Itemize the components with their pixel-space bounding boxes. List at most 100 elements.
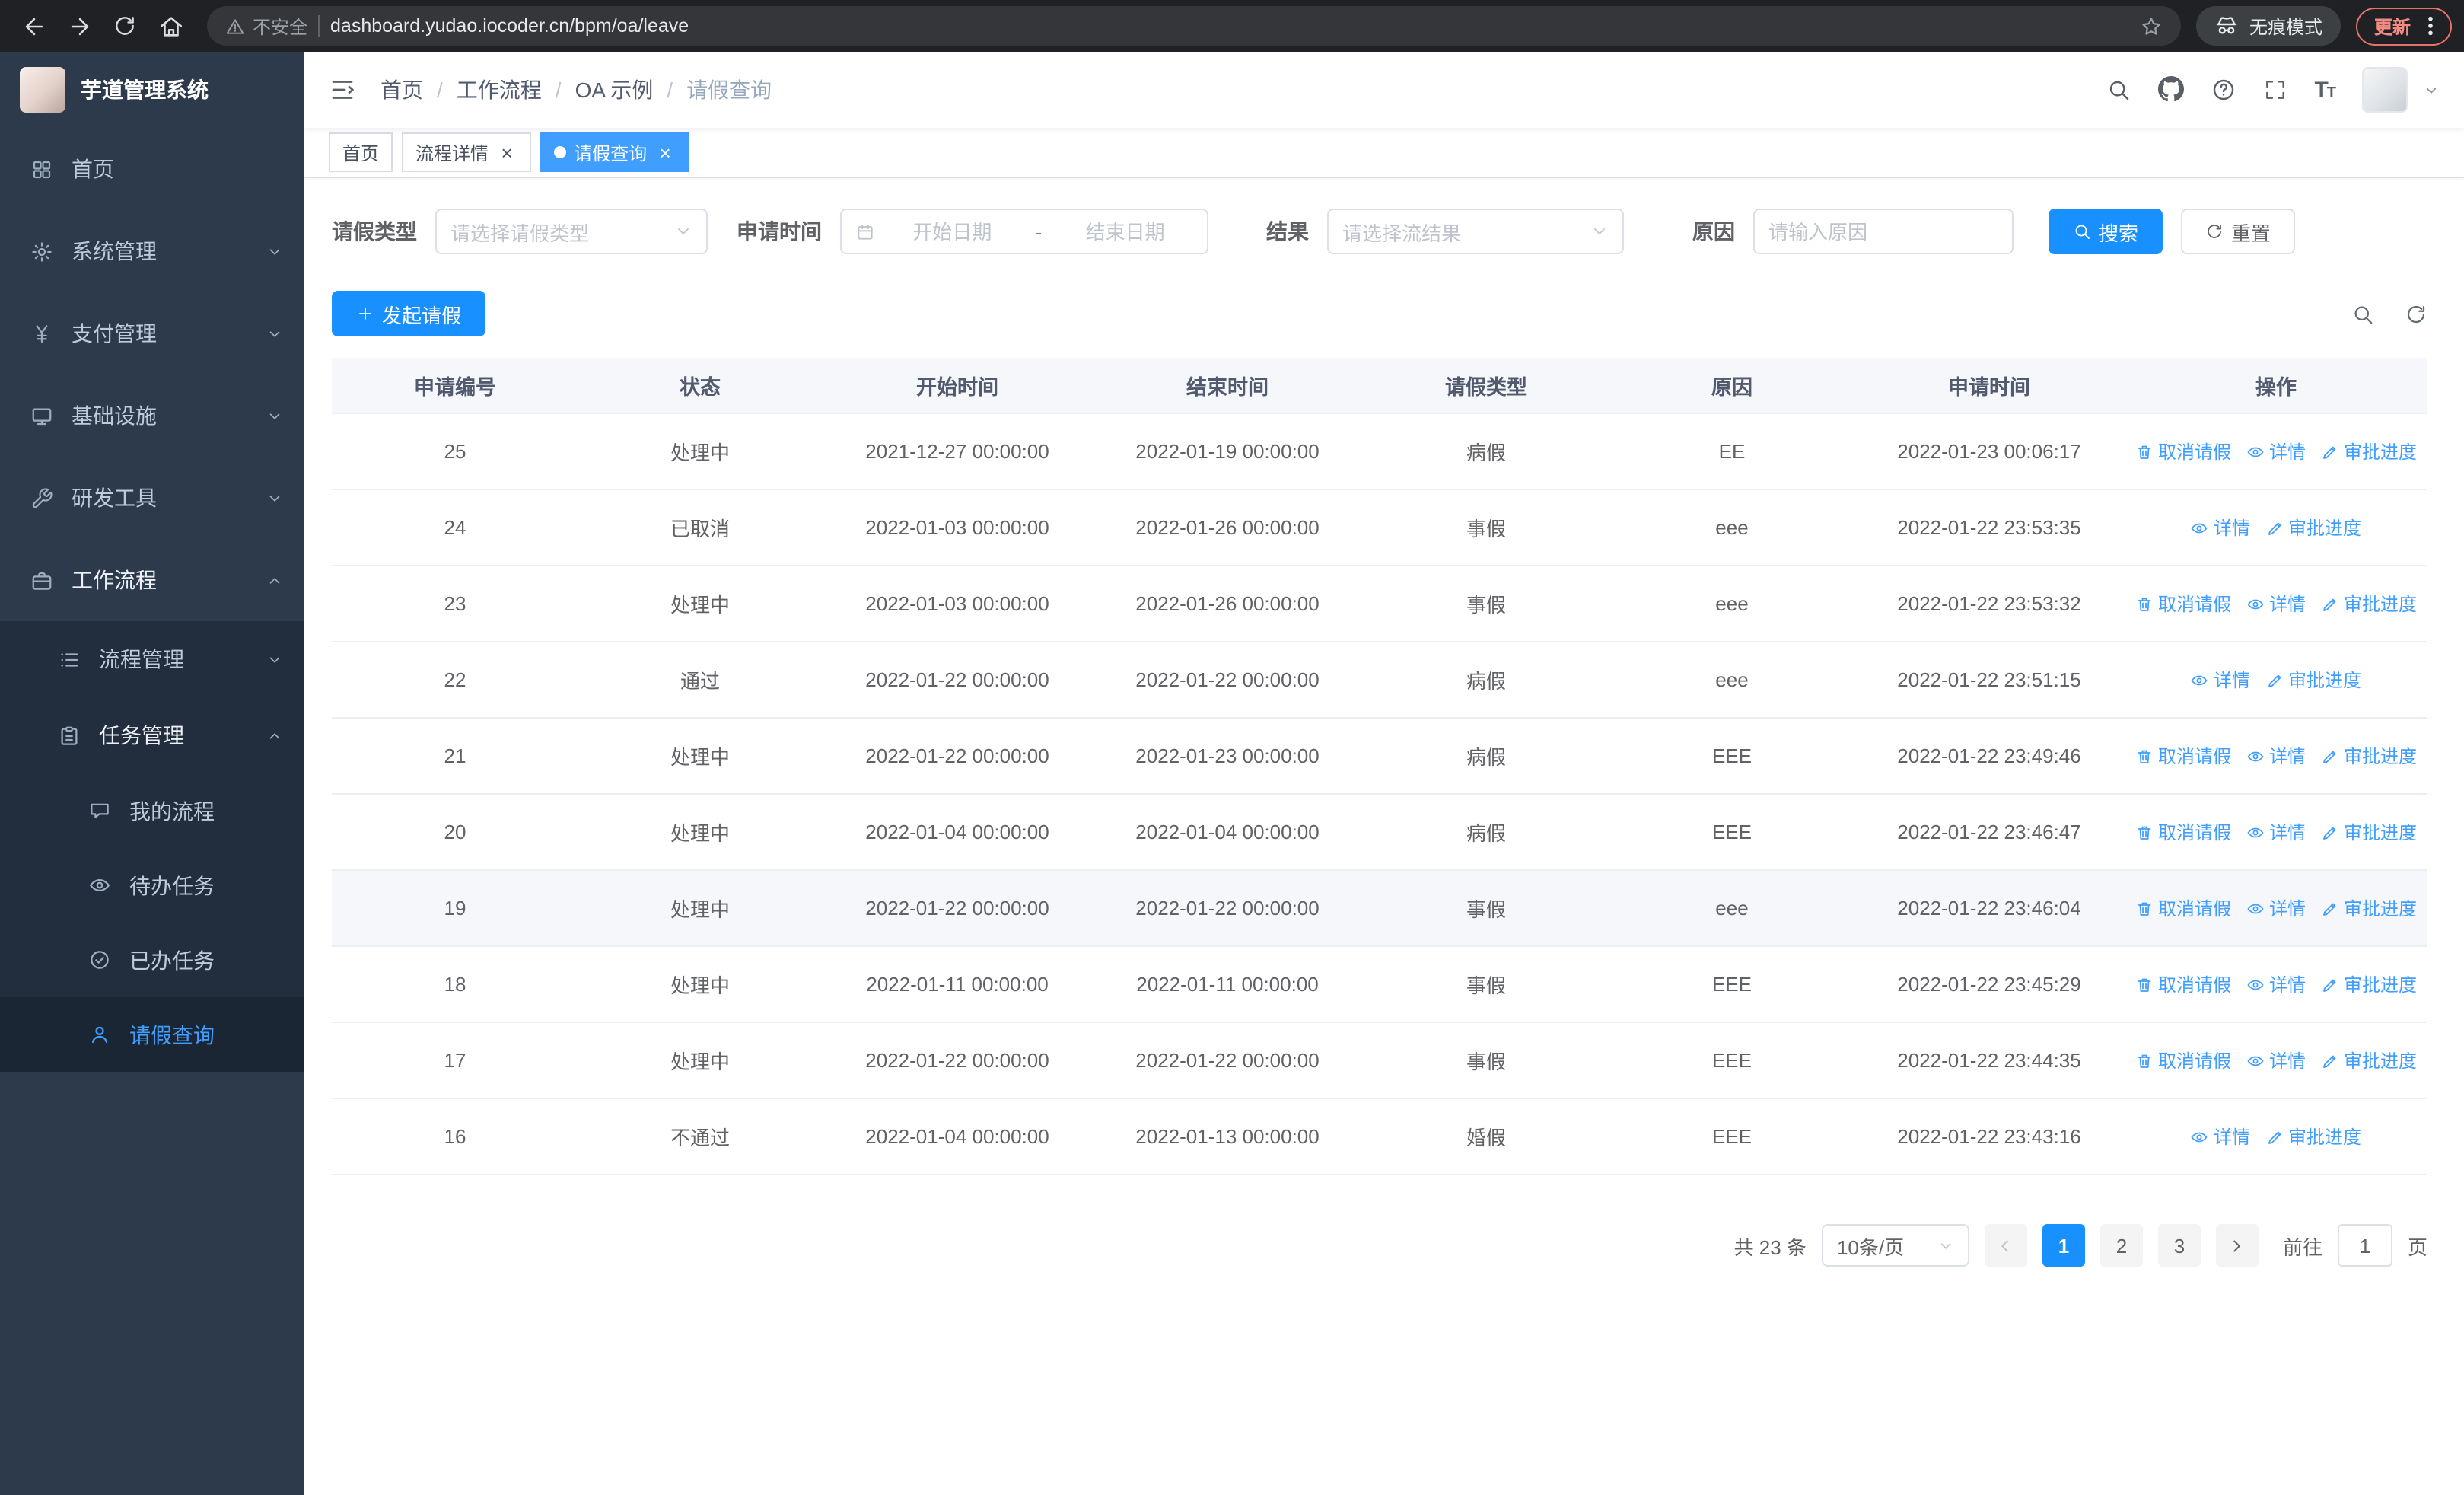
close-icon[interactable]: × xyxy=(654,142,676,163)
page-button-1[interactable]: 1 xyxy=(2042,1224,2085,1267)
detail-link[interactable]: 详情 xyxy=(2246,591,2306,617)
apply-time-range-picker[interactable]: - xyxy=(840,209,1208,254)
breadcrumb-item-workflow[interactable]: 工作流程 xyxy=(457,75,542,105)
approval-progress-link[interactable]: 审批进度 xyxy=(2321,591,2417,617)
table-row[interactable]: 25 处理中 2021-12-27 00:00:00 2022-01-19 00… xyxy=(332,414,2427,490)
sidebar-item-todo-tasks[interactable]: 待办任务 xyxy=(0,848,304,923)
sidebar-item-task-mgmt[interactable]: 任务管理 xyxy=(0,697,304,773)
table-row[interactable]: 21 处理中 2022-01-22 00:00:00 2022-01-23 00… xyxy=(332,719,2427,795)
tab-label: 请假查询 xyxy=(574,142,648,164)
page-button-2[interactable]: 2 xyxy=(2099,1224,2143,1267)
approval-progress-link[interactable]: 审批进度 xyxy=(2265,1124,2361,1149)
reason-input[interactable] xyxy=(1768,220,1998,243)
cancel-leave-link[interactable]: 取消请假 xyxy=(2135,1047,2231,1073)
security-status[interactable]: 不安全 xyxy=(225,13,307,39)
result-select[interactable]: 请选择流结果 xyxy=(1327,209,1624,254)
table-row[interactable]: 16 不通过 2022-01-04 00:00:00 2022-01-13 00… xyxy=(332,1099,2427,1175)
leave-type-select[interactable]: 请选择请假类型 xyxy=(435,209,708,254)
sidebar-item-system[interactable]: 系统管理 xyxy=(0,210,304,292)
tab-home[interactable]: 首页 xyxy=(329,132,393,172)
detail-link[interactable]: 详情 xyxy=(2246,743,2306,769)
reason-input-wrap[interactable] xyxy=(1753,209,2014,254)
table-row[interactable]: 23 处理中 2022-01-03 00:00:00 2022-01-26 00… xyxy=(332,566,2427,642)
cancel-leave-link[interactable]: 取消请假 xyxy=(2135,819,2231,845)
browser-back-button[interactable] xyxy=(12,5,55,47)
breadcrumb-item-home[interactable]: 首页 xyxy=(380,75,423,105)
table-row[interactable]: 22 通过 2022-01-22 00:00:00 2022-01-22 00:… xyxy=(332,642,2427,719)
cancel-leave-link[interactable]: 取消请假 xyxy=(2135,743,2231,769)
github-icon[interactable] xyxy=(2157,76,2183,104)
user-avatar[interactable] xyxy=(2362,67,2408,113)
caret-down-icon[interactable] xyxy=(2423,81,2440,98)
sidebar-item-done-tasks[interactable]: 已办任务 xyxy=(0,923,304,997)
prev-page-button[interactable] xyxy=(1984,1224,2027,1267)
detail-link[interactable]: 详情 xyxy=(2191,1124,2250,1149)
update-button[interactable]: 更新 xyxy=(2355,7,2452,45)
menu-collapse-icon[interactable] xyxy=(329,76,356,104)
sidebar-item-process-mgmt[interactable]: 流程管理 xyxy=(0,621,304,697)
approval-progress-link[interactable]: 审批进度 xyxy=(2265,667,2361,693)
detail-link[interactable]: 详情 xyxy=(2246,895,2306,921)
font-size-icon[interactable]: TT xyxy=(2314,78,2336,101)
sidebar-item-infra[interactable]: 基础设施 xyxy=(0,375,304,457)
approval-progress-link[interactable]: 审批进度 xyxy=(2321,438,2417,464)
sidebar-item-my-process[interactable]: 我的流程 xyxy=(0,773,304,848)
table-row[interactable]: 24 已取消 2022-01-03 00:00:00 2022-01-26 00… xyxy=(332,490,2427,566)
cancel-leave-link[interactable]: 取消请假 xyxy=(2135,895,2231,921)
browser-home-button[interactable] xyxy=(149,5,192,47)
cell-apply-time: 2022-01-22 23:53:32 xyxy=(1897,592,2081,615)
cell-start-time: 2022-01-22 00:00:00 xyxy=(865,744,1049,767)
cancel-leave-link[interactable]: 取消请假 xyxy=(2135,591,2231,617)
create-leave-button[interactable]: 发起请假 xyxy=(332,291,486,336)
detail-link[interactable]: 详情 xyxy=(2246,819,2306,845)
browser-reload-button[interactable] xyxy=(103,5,146,47)
bookmark-star-icon[interactable] xyxy=(2140,14,2163,37)
page-button-3[interactable]: 3 xyxy=(2157,1224,2201,1267)
approval-progress-link[interactable]: 审批进度 xyxy=(2321,1047,2417,1073)
tab-process-detail[interactable]: 流程详情 × xyxy=(402,132,532,172)
page-size-select[interactable]: 10条/页 xyxy=(1821,1224,1969,1267)
sidebar-item-payment[interactable]: 支付管理 xyxy=(0,292,304,375)
detail-link[interactable]: 详情 xyxy=(2246,438,2306,464)
cell-status: 已取消 xyxy=(670,518,730,540)
search-button[interactable]: 搜索 xyxy=(2049,209,2163,254)
address-bar[interactable]: 不安全 dashboard.yudao.iocoder.cn/bpm/oa/le… xyxy=(207,6,2181,46)
sidebar-item-home[interactable]: 首页 xyxy=(0,128,304,210)
cancel-leave-link[interactable]: 取消请假 xyxy=(2135,971,2231,997)
start-date-input[interactable] xyxy=(884,220,1020,243)
help-icon[interactable] xyxy=(2211,76,2235,104)
table-refresh-button[interactable] xyxy=(2405,302,2427,325)
tab-leave-query[interactable]: 请假查询 × xyxy=(540,132,690,172)
header-search-icon[interactable] xyxy=(2106,76,2130,104)
fullscreen-icon[interactable] xyxy=(2262,76,2287,104)
detail-link[interactable]: 详情 xyxy=(2246,971,2306,997)
next-page-button[interactable] xyxy=(2215,1224,2259,1267)
approval-progress-link[interactable]: 审批进度 xyxy=(2265,515,2361,540)
cancel-leave-link[interactable]: 取消请假 xyxy=(2135,438,2231,464)
table-row[interactable]: 17 处理中 2022-01-22 00:00:00 2022-01-22 00… xyxy=(332,1023,2427,1099)
chevron-up-icon xyxy=(266,572,283,588)
close-icon[interactable]: × xyxy=(496,142,517,163)
table-row[interactable]: 20 处理中 2022-01-04 00:00:00 2022-01-04 00… xyxy=(332,795,2427,871)
breadcrumb-item-oa-example[interactable]: OA 示例 xyxy=(575,75,654,105)
detail-link[interactable]: 详情 xyxy=(2246,1047,2306,1073)
browser-menu-icon[interactable] xyxy=(2418,14,2443,38)
chevron-down-icon xyxy=(1590,222,1609,241)
sidebar-item-workflow[interactable]: 工作流程 xyxy=(0,539,304,621)
reset-button[interactable]: 重置 xyxy=(2181,209,2296,254)
end-date-input[interactable] xyxy=(1057,220,1193,243)
approval-progress-link[interactable]: 审批进度 xyxy=(2321,971,2417,997)
table-search-toggle-button[interactable] xyxy=(2351,302,2374,325)
op-label: 审批进度 xyxy=(2288,518,2362,539)
table-row[interactable]: 18 处理中 2022-01-11 00:00:00 2022-01-11 00… xyxy=(332,947,2427,1023)
goto-page-input[interactable] xyxy=(2337,1224,2392,1267)
sidebar-item-devtools[interactable]: 研发工具 xyxy=(0,457,304,539)
approval-progress-link[interactable]: 审批进度 xyxy=(2321,743,2417,769)
browser-forward-button[interactable] xyxy=(58,5,100,47)
sidebar-item-leave-query[interactable]: 请假查询 xyxy=(0,997,304,1072)
detail-link[interactable]: 详情 xyxy=(2191,515,2250,540)
approval-progress-link[interactable]: 审批进度 xyxy=(2321,819,2417,845)
table-row[interactable]: 19 处理中 2022-01-22 00:00:00 2022-01-22 00… xyxy=(332,871,2427,947)
approval-progress-link[interactable]: 审批进度 xyxy=(2321,895,2417,921)
detail-link[interactable]: 详情 xyxy=(2191,667,2250,693)
